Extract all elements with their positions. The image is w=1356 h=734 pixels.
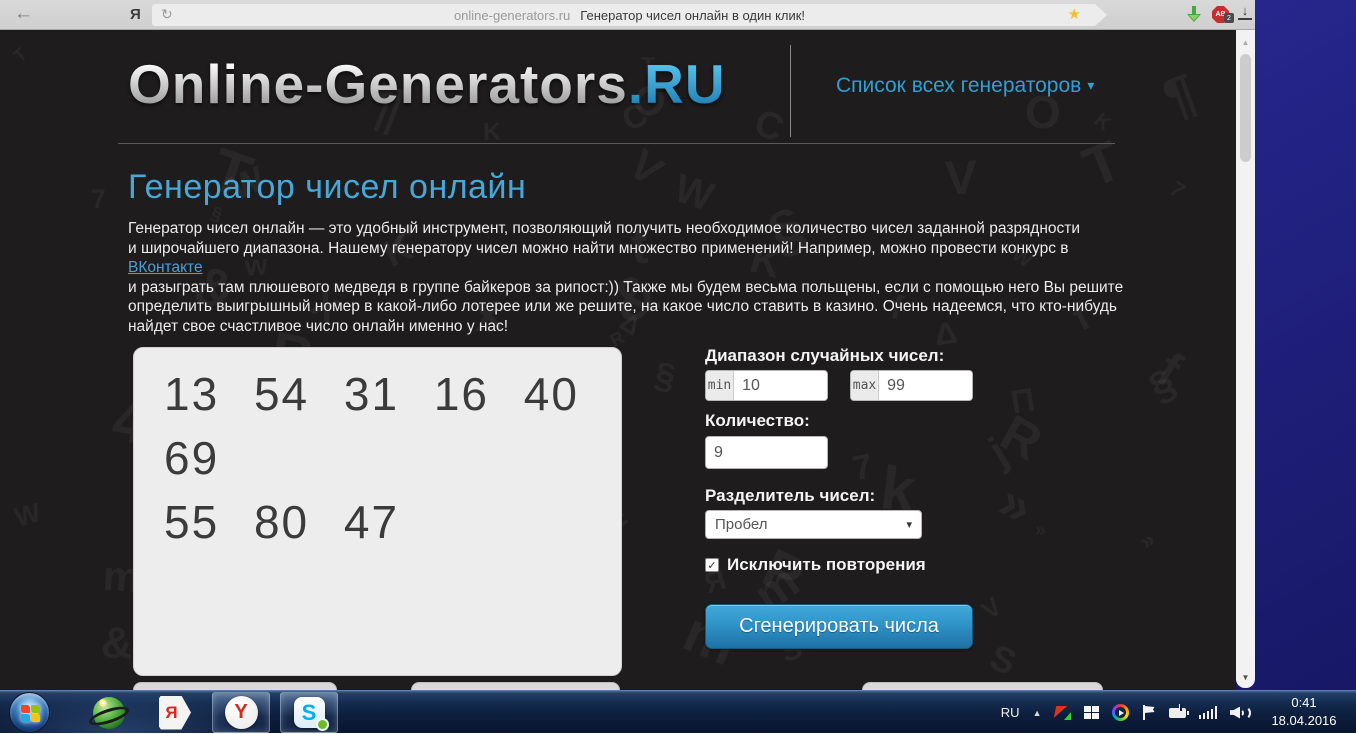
cutoff-button-right[interactable]	[862, 682, 1103, 690]
taskbar-clock[interactable]: 0:41 18.04.2016	[1258, 694, 1350, 730]
system-tray: RU ▲	[1001, 691, 1248, 734]
browser-toolbar: ← Я ↻ online-generators.ru Генератор чис…	[0, 0, 1255, 30]
media-app-icon[interactable]	[1112, 704, 1129, 721]
adblock-badge: 2	[1224, 13, 1234, 23]
generated-numbers-box: 13 54 31 16 40 69 55 80 47	[133, 347, 622, 676]
scrollbar-up-icon[interactable]: ▲	[1236, 38, 1255, 47]
page-scrollbar[interactable]: ▲ ▼	[1236, 30, 1255, 688]
chevron-down-icon: ▾	[1087, 77, 1094, 93]
max-prefix: max	[851, 371, 879, 400]
generators-list-link[interactable]: Список всех генераторов ▾	[836, 74, 1094, 98]
intro-line-5: найдет свое счастливое число онлайн имен…	[128, 318, 508, 335]
web-page: T&»ОfWKRPV§Я74mtjSwk¶х≡CΔ»ТfmWПV§R&K7T&»…	[0, 30, 1236, 690]
url-domain: online-generators.ru	[454, 8, 570, 23]
cutoff-button-left[interactable]	[133, 682, 337, 690]
page-title: Генератор чисел онлайн	[128, 168, 526, 207]
language-indicator[interactable]: RU	[1001, 705, 1020, 720]
savefrom-extension-icon[interactable]	[1186, 6, 1202, 24]
bookmark-star-icon[interactable]: ★	[1068, 5, 1081, 23]
network-signal-icon[interactable]	[1199, 706, 1218, 719]
count-label: Количество:	[705, 411, 810, 431]
skype-status-dot	[316, 718, 329, 731]
intro-line-3: и разыграть там плюшевого медведя в груп…	[128, 279, 1123, 296]
site-logo[interactable]: Online-Generators.RU	[128, 52, 726, 116]
action-center-flag-icon[interactable]	[1142, 705, 1156, 720]
punto-switcher-icon[interactable]	[1055, 706, 1071, 720]
skype-icon: S	[294, 697, 325, 728]
numbers-row-2: 55 80 47	[164, 490, 611, 554]
max-input[interactable]	[879, 371, 972, 400]
scrollbar-thumb[interactable]	[1240, 54, 1251, 162]
site-logo-text: Online-Generators	[128, 53, 628, 115]
battery-icon[interactable]	[1169, 708, 1186, 718]
exclude-repeats-row: ✓ Исключить повторения	[705, 555, 926, 575]
header-divider	[790, 45, 791, 137]
yandex-arrow-icon: Я	[159, 696, 191, 730]
max-field-group: max	[850, 370, 973, 401]
yandex-menu-icon[interactable]: Я	[130, 6, 141, 23]
scrollbar-down-icon[interactable]: ▼	[1236, 673, 1255, 682]
separator-label: Разделитель чисел:	[705, 486, 875, 506]
taskbar-yandex-browser[interactable]: Y	[212, 692, 270, 733]
clock-date: 18.04.2016	[1258, 712, 1350, 730]
numbers-row-1: 13 54 31 16 40 69	[164, 362, 611, 490]
intro-paragraph: Генератор чисел онлайн — это удобный инс…	[128, 219, 1128, 337]
address-bar[interactable]: ↻ online-generators.ru Генератор чисел о…	[152, 4, 1107, 26]
taskbar-globe-app[interactable]	[84, 692, 134, 733]
min-prefix: min	[706, 371, 734, 400]
volume-icon[interactable]	[1230, 706, 1248, 720]
taskbar-yandex-app[interactable]: Я	[150, 692, 200, 733]
intro-line-4: определить выигрышный номер в какой-либо…	[128, 298, 1117, 315]
range-label: Диапазон случайных чисел:	[705, 346, 944, 366]
cutoff-button-middle[interactable]	[411, 682, 620, 690]
hidden-icons-arrow[interactable]: ▲	[1033, 708, 1042, 718]
header-rule	[118, 143, 1115, 144]
site-logo-suffix: .RU	[628, 53, 726, 115]
start-button[interactable]	[9, 692, 50, 733]
generate-button[interactable]: Сгенерировать числа	[705, 604, 973, 649]
url-page-title: Генератор чисел онлайн в один клик!	[580, 8, 805, 23]
desktop-background: ← Я ↻ online-generators.ru Генератор чис…	[0, 0, 1356, 733]
back-icon[interactable]: ←	[14, 3, 33, 25]
downloads-icon[interactable]: ↓	[1238, 4, 1252, 20]
exclude-repeats-label: Исключить повторения	[727, 555, 926, 575]
count-input[interactable]	[705, 436, 828, 469]
separator-select[interactable]: Пробел ▾	[705, 510, 922, 539]
exclude-repeats-checkbox[interactable]: ✓	[705, 558, 719, 572]
intro-line-1: Генератор чисел онлайн — это удобный инс…	[128, 220, 1080, 237]
get-windows10-icon[interactable]	[1084, 706, 1099, 719]
clock-time: 0:41	[1258, 694, 1350, 712]
generators-list-label: Список всех генераторов	[836, 74, 1081, 97]
vkontakte-link[interactable]: ВКонтакте	[128, 259, 203, 276]
taskbar-skype[interactable]: S	[280, 692, 338, 733]
separator-selected-value: Пробел	[715, 516, 768, 533]
taskbar: Я Y S RU ▲ 0:41 18.04.2016	[0, 690, 1356, 733]
reload-icon[interactable]: ↻	[161, 6, 173, 23]
downloads-arrow: ↓	[1242, 3, 1249, 18]
select-arrow-icon: ▾	[906, 518, 912, 531]
windows-flag-icon	[21, 705, 40, 722]
yandex-browser-icon: Y	[225, 696, 258, 729]
min-field-group: min	[705, 370, 828, 401]
browser-window: ← Я ↻ online-generators.ru Генератор чис…	[0, 0, 1255, 690]
min-input[interactable]	[734, 371, 827, 400]
intro-line-2: и широчайшего диапазона. Нашему генерато…	[128, 240, 1069, 257]
globe-icon	[93, 697, 125, 729]
